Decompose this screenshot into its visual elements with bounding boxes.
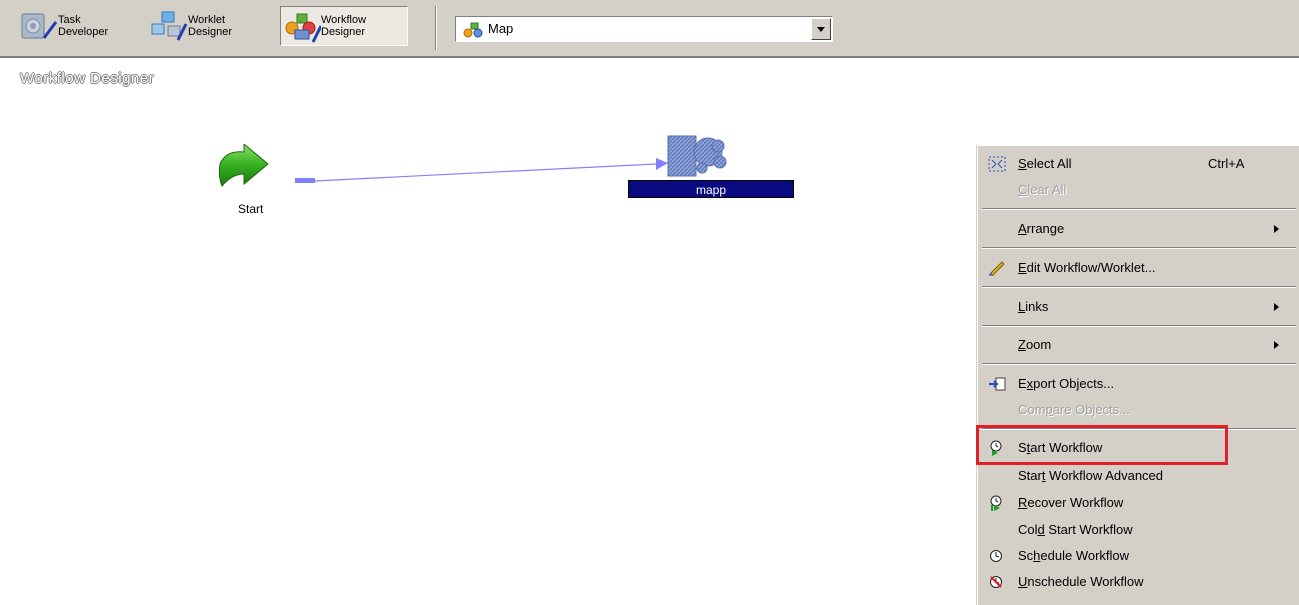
menu-item-zoom[interactable]: Zoom xyxy=(978,333,1279,357)
menu-item-export-objects[interactable]: Export Objects... xyxy=(978,372,1268,396)
context-menu: Select All Ctrl+A Clear All Arrange Edit… xyxy=(977,145,1299,605)
export-icon xyxy=(988,376,1006,392)
recover-workflow-icon xyxy=(988,495,1006,511)
menu-item-links[interactable]: Links xyxy=(978,295,1279,319)
menu-separator xyxy=(982,208,1296,210)
shortcut-label: Ctrl+A xyxy=(1208,156,1245,171)
menu-item-select-all[interactable]: Select All Ctrl+A xyxy=(978,152,1268,176)
session-task-label: mapp xyxy=(628,180,794,198)
green-arrow-icon xyxy=(218,142,269,187)
menu-separator xyxy=(982,286,1296,288)
menu-item-start-workflow[interactable]: Start Workflow xyxy=(978,436,1268,460)
session-icon xyxy=(667,135,727,177)
menu-item-clear-all: Clear All xyxy=(1018,182,1067,197)
submenu-arrow-icon xyxy=(1274,341,1279,349)
start-task-node[interactable] xyxy=(216,142,316,224)
menu-separator xyxy=(982,363,1296,365)
menu-separator xyxy=(982,428,1296,430)
start-task-label: Start xyxy=(238,202,264,216)
menu-separator xyxy=(982,325,1296,327)
menu-item-schedule-workflow[interactable]: Schedule Workflow xyxy=(978,544,1268,568)
edit-icon xyxy=(988,260,1006,277)
menu-item-recover-workflow[interactable]: Recover Workflow xyxy=(978,491,1268,515)
select-all-icon xyxy=(988,156,1006,172)
submenu-arrow-icon xyxy=(1274,225,1279,233)
menu-item-edit-workflow[interactable]: Edit Workflow/Worklet... xyxy=(978,256,1268,280)
start-workflow-icon xyxy=(988,440,1006,456)
menu-item-start-workflow-advanced[interactable]: Start Workflow Advanced xyxy=(978,464,1268,488)
menu-item-arrange[interactable]: Arrange xyxy=(978,217,1279,241)
menu-item-cold-start-workflow[interactable]: Cold Start Workflow xyxy=(978,518,1268,542)
menu-item-unschedule-workflow[interactable]: Unschedule Workflow xyxy=(978,570,1268,594)
clock-icon xyxy=(988,548,1006,564)
submenu-arrow-icon xyxy=(1274,303,1279,311)
menu-separator xyxy=(982,247,1296,249)
menu-item-compare-objects: Compare Objects... xyxy=(1018,402,1130,417)
unschedule-clock-icon xyxy=(988,574,1006,590)
